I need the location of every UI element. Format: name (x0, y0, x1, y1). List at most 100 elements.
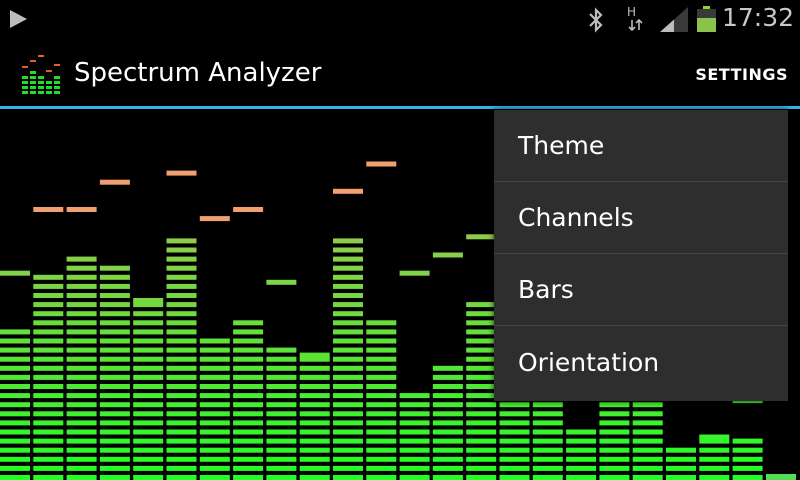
bar-segment (233, 356, 264, 362)
bar-segment (732, 438, 763, 444)
bar-segment (366, 465, 397, 471)
bar-segment (466, 420, 497, 426)
bar-segment (99, 374, 130, 380)
bar-segment (0, 420, 30, 426)
bar-segment (233, 475, 264, 480)
bar-segment (432, 475, 463, 480)
bar-segment (366, 393, 397, 399)
bar-segment (366, 365, 397, 371)
bar-segment (0, 411, 30, 417)
bar-segment (233, 320, 264, 326)
bar-segment (333, 302, 363, 308)
bar-segment (166, 356, 197, 362)
bar-segment (133, 402, 164, 408)
bar-segment (99, 329, 130, 335)
bar-segment (266, 475, 297, 480)
bar-segment (699, 447, 730, 453)
app-logo-icon[interactable] (20, 52, 66, 96)
bar-segment (133, 447, 164, 453)
bar-segment (166, 329, 197, 335)
menu-item-channels[interactable]: Channels (494, 182, 788, 254)
bar-segment (233, 429, 264, 435)
bar-segment (266, 393, 297, 399)
bar-segment (666, 456, 696, 462)
bar-segment (333, 238, 363, 244)
bar-segment (266, 447, 297, 453)
bar-segment (299, 429, 330, 435)
bar-segment (466, 311, 497, 317)
bar-segment (166, 311, 197, 317)
bar-segment (33, 384, 64, 389)
bar-segment (466, 438, 497, 444)
bar-segment (133, 329, 164, 335)
bar-segment (566, 429, 597, 435)
bar-segment (366, 475, 397, 480)
bar-segment (166, 465, 197, 471)
bar-segment (66, 283, 97, 289)
peak-marker (133, 298, 164, 303)
bar-segment (632, 402, 663, 408)
bar-segment (166, 456, 197, 462)
bar-segment (233, 393, 264, 399)
peak-marker (466, 234, 497, 240)
bar-segment (133, 475, 164, 480)
bar-segment (133, 411, 164, 417)
bar-segment (333, 338, 363, 344)
bar-segment (532, 447, 563, 453)
bar-segment (499, 402, 530, 408)
bar-segment (299, 475, 330, 480)
bar-segment (33, 283, 64, 289)
bar-segment (0, 338, 30, 344)
bar-segment (299, 393, 330, 399)
clock: 17:32 (722, 3, 795, 32)
settings-button[interactable]: SETTINGS (695, 65, 788, 84)
bar-segment (66, 402, 97, 408)
bar-segment (632, 438, 663, 444)
bar-segment (632, 465, 663, 471)
menu-item-bars[interactable]: Bars (494, 254, 788, 326)
bar-segment (299, 384, 330, 389)
bar-segment (366, 438, 397, 444)
bar-segment (566, 447, 597, 453)
bar-segment (333, 329, 363, 335)
bar-segment (66, 311, 97, 317)
menu-item-orientation[interactable]: Orientation (494, 326, 788, 398)
bar-segment (499, 465, 530, 471)
bar-segment (99, 465, 130, 471)
menu-item-theme[interactable]: Theme (494, 110, 788, 182)
bar-segment (266, 402, 297, 408)
bar-segment (0, 447, 30, 453)
bar-segment (66, 429, 97, 435)
spectrum-bar (166, 170, 197, 480)
bar-segment (133, 438, 164, 444)
bar-segment (266, 356, 297, 362)
bar-segment (33, 402, 64, 408)
bar-segment (266, 374, 297, 380)
bar-segment (66, 256, 97, 262)
bar-segment (99, 265, 130, 271)
bar-segment (466, 320, 497, 326)
bar-segment (333, 438, 363, 444)
bar-segment (33, 302, 64, 308)
bar-segment (399, 438, 430, 444)
bar-segment (466, 456, 497, 462)
bar-segment (0, 365, 30, 371)
bar-segment (133, 465, 164, 471)
bar-segment (432, 438, 463, 444)
bar-segment (333, 265, 363, 271)
bar-segment (99, 365, 130, 371)
bar-segment (366, 420, 397, 426)
bar-segment (699, 475, 730, 480)
bar-segment (432, 420, 463, 426)
spectrum-bar (333, 188, 363, 480)
bar-segment (432, 429, 463, 435)
bar-segment (333, 247, 363, 253)
bar-segment (632, 456, 663, 462)
spectrum-bar (99, 179, 130, 480)
bar-segment (266, 420, 297, 426)
bar-segment (499, 411, 530, 417)
bar-segment (0, 356, 30, 362)
bar-segment (133, 429, 164, 435)
bar-segment (233, 329, 264, 335)
bar-segment (133, 320, 164, 326)
